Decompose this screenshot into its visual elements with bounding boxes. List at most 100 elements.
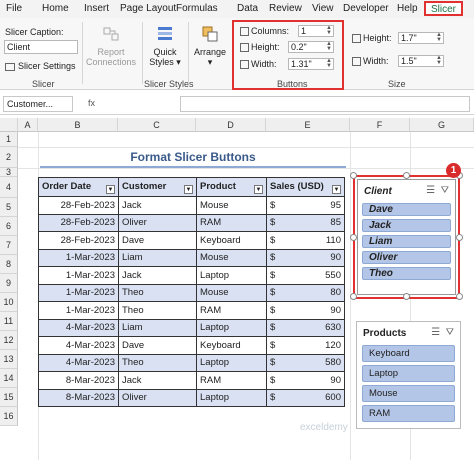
customer-cell[interactable]: Jack [118,196,197,215]
resize-handle[interactable] [350,172,357,179]
spinner-arrows-icon[interactable]: ▲ ▼ [326,25,332,36]
column-header-c[interactable]: C [118,118,196,132]
spinner-arrows-icon[interactable]: ▲ ▼ [326,58,332,69]
client-slicer-item[interactable]: Dave [362,203,451,216]
order-date-cell[interactable]: 4-Mar-2023 [38,353,119,372]
products-slicer[interactable]: Products ☰ ⛛ Keyboard Laptop Mouse RAM [356,321,461,429]
currency-cell[interactable]: $ [266,371,281,390]
columns-spinner[interactable]: 1 ▲ ▼ [298,25,334,37]
row-header[interactable]: 11 [0,312,18,331]
client-slicer[interactable]: Client ☰ ⛛ Dave Jack Liam Oliver Theo [357,179,456,295]
product-cell[interactable]: RAM [196,213,267,232]
product-cell[interactable]: Laptop [196,318,267,337]
tab-review[interactable]: Review [269,3,302,14]
row-header[interactable]: 2 [0,147,18,168]
product-cell[interactable]: RAM [196,371,267,390]
row-header[interactable]: 6 [0,217,18,236]
client-slicer-item[interactable]: Liam [362,235,451,248]
multi-select-icon[interactable]: ☰ [431,327,440,338]
multi-select-icon[interactable]: ☰ [426,185,435,196]
currency-cell[interactable]: $ [266,388,281,407]
resize-handle[interactable] [350,234,357,241]
product-cell[interactable]: RAM [196,301,267,320]
customer-cell[interactable]: Oliver [118,213,197,232]
currency-cell[interactable]: $ [266,301,281,320]
spinner-arrows-icon[interactable]: ▲ ▼ [326,41,332,52]
row-header[interactable]: 15 [0,388,18,407]
resize-handle[interactable] [350,293,357,300]
order-date-cell[interactable]: 1-Mar-2023 [38,301,119,320]
order-date-cell[interactable]: 8-Mar-2023 [38,388,119,407]
product-cell[interactable]: Mouse [196,196,267,215]
row-header[interactable]: 10 [0,293,18,312]
currency-cell[interactable]: $ [266,336,281,355]
client-slicer-item[interactable]: Jack [362,219,451,232]
button-width-spinner[interactable]: 1.31" ▲ ▼ [288,58,334,70]
customer-cell[interactable]: Liam [118,248,197,267]
client-slicer-item[interactable]: Oliver [362,251,451,264]
resize-handle[interactable] [456,234,463,241]
resize-handle[interactable] [403,293,410,300]
spinner-arrows-icon[interactable]: ▲ ▼ [436,55,442,66]
row-header[interactable]: 13 [0,350,18,369]
order-date-cell[interactable]: 28-Feb-2023 [38,231,119,250]
sales-cell[interactable]: 90 [280,371,345,390]
product-cell[interactable]: Keyboard [196,231,267,250]
column-header-a[interactable]: A [18,118,38,132]
tab-formulas[interactable]: Formulas [176,3,218,14]
product-cell[interactable]: Laptop [196,266,267,285]
slicer-settings-button[interactable]: Slicer Settings [5,61,76,71]
sales-cell[interactable]: 110 [280,231,345,250]
customer-cell[interactable]: Theo [118,353,197,372]
size-width-spinner[interactable]: 1.5" ▲ ▼ [398,55,444,67]
resize-handle[interactable] [403,172,410,179]
fx-icon[interactable]: fx [88,98,95,108]
sales-cell[interactable]: 90 [280,248,345,267]
product-cell[interactable]: Laptop [196,353,267,372]
product-cell[interactable]: Laptop [196,388,267,407]
customer-cell[interactable]: Theo [118,283,197,302]
row-header[interactable]: 5 [0,198,18,217]
sales-cell[interactable]: 630 [280,318,345,337]
customer-cell[interactable]: Jack [118,266,197,285]
currency-cell[interactable]: $ [266,353,281,372]
sales-cell[interactable]: 600 [280,388,345,407]
clear-filter-icon[interactable]: ⛛ [446,327,454,338]
filter-dropdown-icon[interactable]: ▼ [184,184,193,194]
tab-help[interactable]: Help [397,3,418,14]
currency-cell[interactable]: $ [266,266,281,285]
currency-cell[interactable]: $ [266,318,281,337]
product-cell[interactable]: Keyboard [196,336,267,355]
row-header[interactable]: 7 [0,236,18,255]
row-header[interactable]: 12 [0,331,18,350]
order-date-cell[interactable]: 8-Mar-2023 [38,371,119,390]
sales-cell[interactable]: 85 [280,213,345,232]
clear-filter-icon[interactable]: ⛛ [441,185,449,196]
slicer-caption-input[interactable]: Client [4,40,78,54]
sales-cell[interactable]: 90 [280,301,345,320]
sales-cell[interactable]: 120 [280,336,345,355]
order-date-cell[interactable]: 1-Mar-2023 [38,248,119,267]
customer-cell[interactable]: Dave [118,336,197,355]
customer-cell[interactable]: Oliver [118,388,197,407]
currency-cell[interactable]: $ [266,231,281,250]
client-slicer-item[interactable]: Theo [362,267,451,280]
tab-file[interactable]: File [6,3,22,14]
customer-cell[interactable]: Liam [118,318,197,337]
currency-cell[interactable]: $ [266,213,281,232]
tab-insert[interactable]: Insert [84,3,109,14]
sales-cell[interactable]: 550 [280,266,345,285]
currency-cell[interactable]: $ [266,248,281,267]
button-height-spinner[interactable]: 0.2" ▲ ▼ [288,41,334,53]
resize-handle[interactable] [456,293,463,300]
products-slicer-item[interactable]: RAM [362,405,455,422]
report-connections-button[interactable]: Report Connections [86,25,136,67]
order-date-cell[interactable]: 28-Feb-2023 [38,213,119,232]
order-date-cell[interactable]: 28-Feb-2023 [38,196,119,215]
row-header[interactable]: 16 [0,407,18,426]
tab-view[interactable]: View [312,3,334,14]
product-cell[interactable]: Mouse [196,283,267,302]
row-header[interactable]: 4 [0,177,18,198]
products-slicer-item[interactable]: Laptop [362,365,455,382]
tab-data[interactable]: Data [237,3,258,14]
